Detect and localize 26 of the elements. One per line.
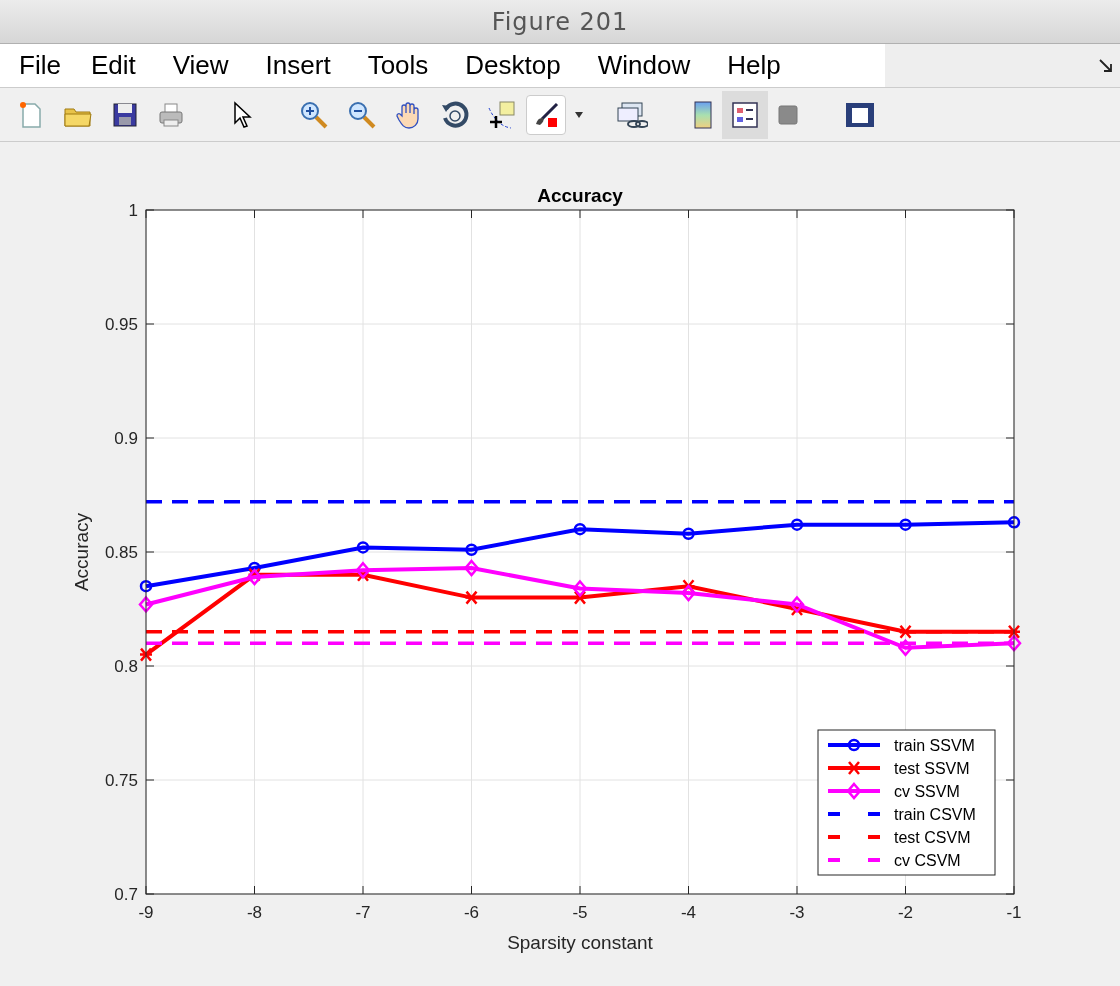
x-axis-label: Sparsity constant [507, 932, 653, 953]
y-tick-label: 0.75 [104, 771, 138, 790]
chart-title: Accuracy [537, 185, 623, 206]
y-tick-label: 0.9 [114, 429, 138, 448]
legend-label: cv CSVM [894, 852, 961, 869]
y-axis-label: Accuracy [71, 512, 92, 592]
x-tick-label: -4 [680, 903, 697, 922]
legend-label: cv SSVM [894, 783, 960, 800]
x-tick-label: -5 [572, 903, 588, 922]
legend-label: train CSVM [894, 806, 976, 823]
x-tick-label: -8 [246, 903, 263, 922]
x-tick-label: -1 [1006, 903, 1022, 922]
legend-label: train SSVM [894, 737, 975, 754]
window-title: Figure 201 [491, 7, 629, 36]
x-tick-label: -2 [897, 903, 914, 922]
y-tick-label: 1 [128, 201, 138, 220]
x-tick-label: -9 [138, 903, 154, 922]
x-tick-label: -7 [355, 903, 371, 922]
x-tick-label: -6 [463, 903, 480, 922]
y-tick-label: 0.95 [104, 315, 138, 334]
x-tick-label: -3 [789, 903, 805, 922]
y-tick-label: 0.8 [114, 657, 138, 676]
y-tick-label: 0.7 [114, 885, 138, 904]
legend-label: test CSVM [894, 829, 971, 846]
legend-label: test SSVM [894, 760, 970, 777]
y-tick-label: 0.85 [104, 543, 138, 562]
